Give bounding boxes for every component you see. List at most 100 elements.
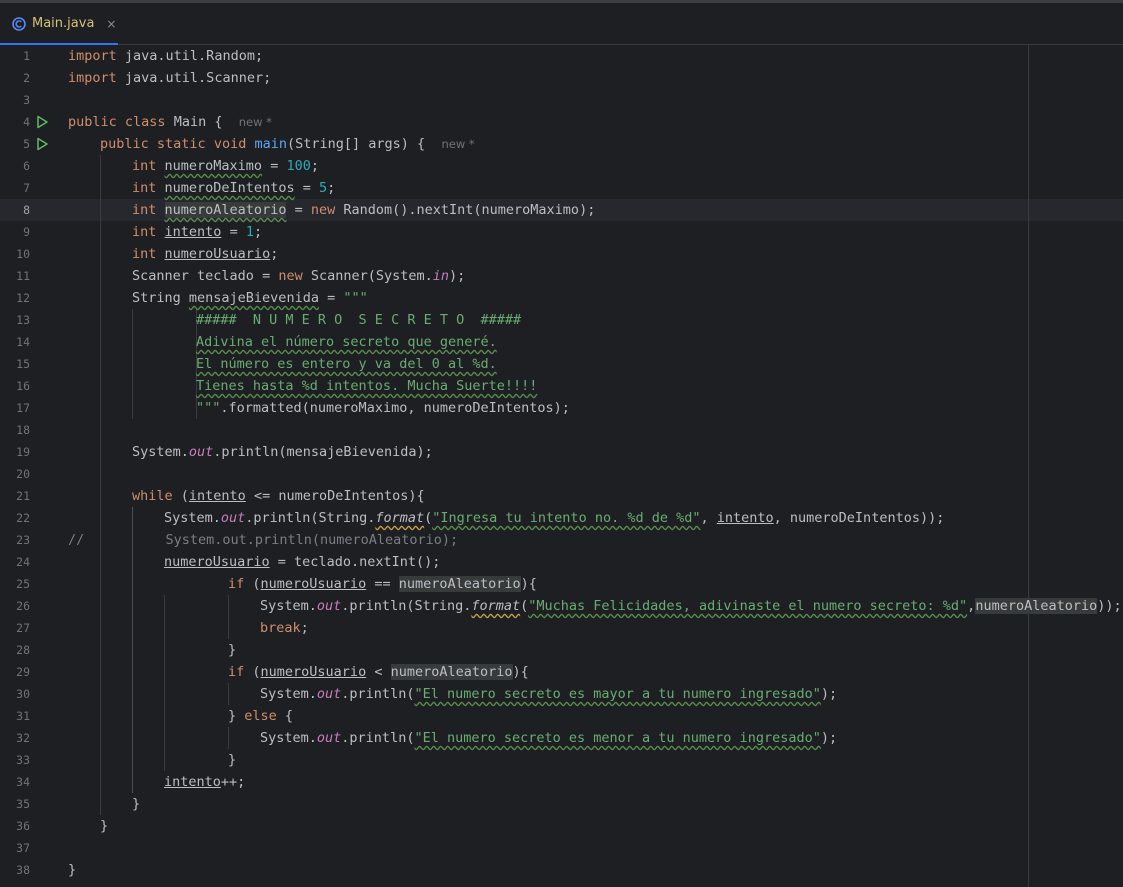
code-line-30[interactable]: System.out.println("El numero secreto es… [260, 683, 837, 705]
code-line-38[interactable]: } [68, 859, 76, 881]
code-text: ( [244, 664, 261, 680]
code-text: java.util.Scanner; [116, 70, 272, 86]
code-text: )); [1097, 598, 1122, 614]
text-block-line: Tienes hasta %d intentos. Mucha Suerte!!… [196, 378, 538, 394]
code-line-27[interactable]: break; [260, 617, 309, 639]
code-line-31[interactable]: } else { [228, 705, 293, 727]
static-field: out [316, 686, 342, 702]
static-field: out [316, 730, 342, 746]
keyword: int [132, 202, 157, 218]
code-line-12[interactable]: String mensajeBievenida = """ [132, 287, 368, 309]
code-text: } [228, 642, 237, 658]
code-line-13[interactable]: ##### N U M E R O S E C R E T O ##### [196, 309, 521, 331]
code-line-14[interactable]: Adivina el número secreto que generé. [196, 331, 497, 353]
code-text: .formatted(numeroMaximo, numeroDeIntento… [220, 400, 570, 416]
code-line-23[interactable]: // System.out.println(numeroAleatorio); [68, 529, 458, 551]
keyword: int [132, 224, 157, 240]
code-text: = [294, 180, 319, 196]
tab-main-java[interactable]: Main.java × [0, 3, 118, 45]
code-line-19[interactable]: System.out.println(mensajeBievenida); [132, 441, 433, 463]
code-line-22[interactable]: System.out.println(String.format("Ingres… [164, 507, 944, 529]
code-line-16[interactable]: Tienes hasta %d intentos. Mucha Suerte!!… [196, 375, 537, 397]
code-line-11[interactable]: Scanner teclado = new Scanner(System.in)… [132, 265, 465, 287]
keyword: new [310, 202, 336, 218]
string-literal: "El numero secreto es mayor a tu numero … [414, 686, 821, 702]
line-number: 36 [16, 819, 30, 833]
run-main-class-icon[interactable] [35, 115, 49, 129]
code-line-36[interactable]: } [100, 815, 108, 837]
code-editor[interactable]: 1 2 3 4 5 6 7 8 9 10 11 12 13 14 15 16 17 18 19 20 21 22 23 24 2… [0, 45, 1123, 887]
run-main-method-icon[interactable] [35, 137, 49, 151]
code-text: System. [164, 510, 221, 526]
code-text: == [366, 576, 399, 592]
code-text: ; [310, 158, 319, 174]
right-margin-guide [1028, 45, 1029, 887]
code-text: , numeroDeIntentos)); [773, 510, 945, 526]
code-line-2[interactable]: import java.util.Scanner; [68, 67, 271, 89]
code-line-17[interactable]: """.formatted(numeroMaximo, numeroDeInte… [196, 397, 570, 419]
line-number: 31 [16, 709, 30, 723]
text-block-line: ##### N U M E R O S E C R E T O ##### [196, 312, 522, 328]
code-line-34[interactable]: intento++; [164, 771, 245, 793]
author-inlay-hint[interactable]: new * [441, 137, 474, 151]
code-line-6[interactable]: int numeroMaximo = 100; [132, 155, 319, 177]
code-text: .println(String. [245, 510, 376, 526]
string-literal: "Muchas Felicidades, adivinaste el numer… [528, 598, 968, 614]
code-text: = [262, 158, 287, 174]
code-line-35[interactable]: } [132, 793, 140, 815]
line-number: 12 [16, 291, 30, 305]
code-line-25[interactable]: if (numeroUsuario == numeroAleatorio){ [228, 573, 537, 595]
code-text: ++; [220, 774, 246, 790]
close-tab-icon[interactable]: × [106, 17, 116, 31]
code-line-15[interactable]: El número es entero y va del 0 al %d. [196, 353, 497, 375]
code-line-8[interactable]: int numeroAleatorio = new Random().nextI… [132, 199, 595, 221]
string-literal: "El numero secreto es menor a tu numero … [414, 730, 821, 746]
code-text: System. [260, 730, 317, 746]
line-number: 6 [23, 159, 30, 173]
code-text: System. [260, 686, 317, 702]
code-line-33[interactable]: } [228, 749, 236, 771]
code-line-29[interactable]: if (numeroUsuario < numeroAleatorio){ [228, 661, 529, 683]
code-line-1[interactable]: import java.util.Random; [68, 45, 263, 67]
code-text: = teclado.nextInt(); [269, 554, 441, 570]
code-line-24[interactable]: numeroUsuario = teclado.nextInt(); [164, 551, 440, 573]
line-number: 2 [23, 71, 30, 85]
code-text: } [228, 708, 245, 724]
highlighted-variable: numeroAleatorio [390, 664, 513, 680]
line-number: 24 [16, 555, 30, 569]
code-line-26[interactable]: System.out.println(String.format("Muchas… [260, 595, 1122, 617]
code-text: ( [172, 488, 189, 504]
number-literal: 5 [318, 180, 328, 196]
code-text: String [132, 290, 189, 306]
code-text: ; [300, 620, 309, 636]
code-line-28[interactable]: } [228, 639, 236, 661]
static-field: out [188, 444, 214, 460]
code-text: ; [270, 246, 279, 262]
line-number: 4 [23, 115, 30, 129]
code-text: ); [820, 730, 838, 746]
code-line-32[interactable]: System.out.println("El numero secreto es… [260, 727, 837, 749]
keyword: public [100, 136, 149, 152]
code-line-9[interactable]: int intento = 1; [132, 221, 262, 243]
line-number: 8 [23, 203, 30, 217]
code-text: ); [449, 268, 466, 284]
line-number: 17 [16, 401, 30, 415]
variable: numeroUsuario [260, 664, 367, 680]
code-line-4[interactable]: public class Main { new * [68, 111, 272, 133]
line-number: 26 [16, 599, 30, 613]
code-line-5[interactable]: public static void main(String[] args) {… [100, 133, 475, 155]
code-text: } [100, 818, 109, 834]
code-line-10[interactable]: int numeroUsuario; [132, 243, 278, 265]
line-number: 23 [16, 533, 30, 547]
line-number: 3 [23, 93, 30, 107]
keyword: int [132, 158, 157, 174]
code-line-7[interactable]: int numeroDeIntentos = 5; [132, 177, 335, 199]
line-number: 13 [16, 313, 30, 327]
line-number: 16 [16, 379, 30, 393]
author-inlay-hint[interactable]: new * [239, 115, 272, 129]
code-text: = [221, 224, 246, 240]
code-line-21[interactable]: while (intento <= numeroDeIntentos){ [132, 485, 425, 507]
line-number: 29 [16, 665, 30, 679]
line-number: 15 [16, 357, 30, 371]
code-text: = [253, 268, 279, 284]
